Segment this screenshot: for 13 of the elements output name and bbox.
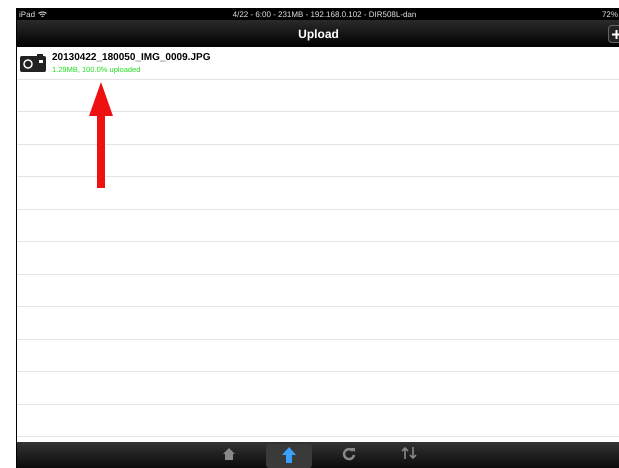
wifi-icon <box>38 10 48 18</box>
tab-bar-item[interactable] <box>266 444 312 468</box>
battery-percent: 72% <box>602 10 618 18</box>
plus-icon <box>612 30 619 38</box>
status-info: 4/22 - 6:00 - 231MB - 192.168.0.102 - DIR508L-dan <box>232 10 416 18</box>
home-icon <box>222 447 236 461</box>
sort-icon <box>400 447 416 459</box>
device-name: iPad <box>19 10 36 18</box>
camera-icon <box>20 54 46 72</box>
file-name: 20130422_180050_IMG_0009.JPG <box>52 52 210 63</box>
refresh-icon <box>342 447 356 461</box>
nav-title: Upload <box>298 26 339 40</box>
up-arrow-icon <box>282 447 296 463</box>
